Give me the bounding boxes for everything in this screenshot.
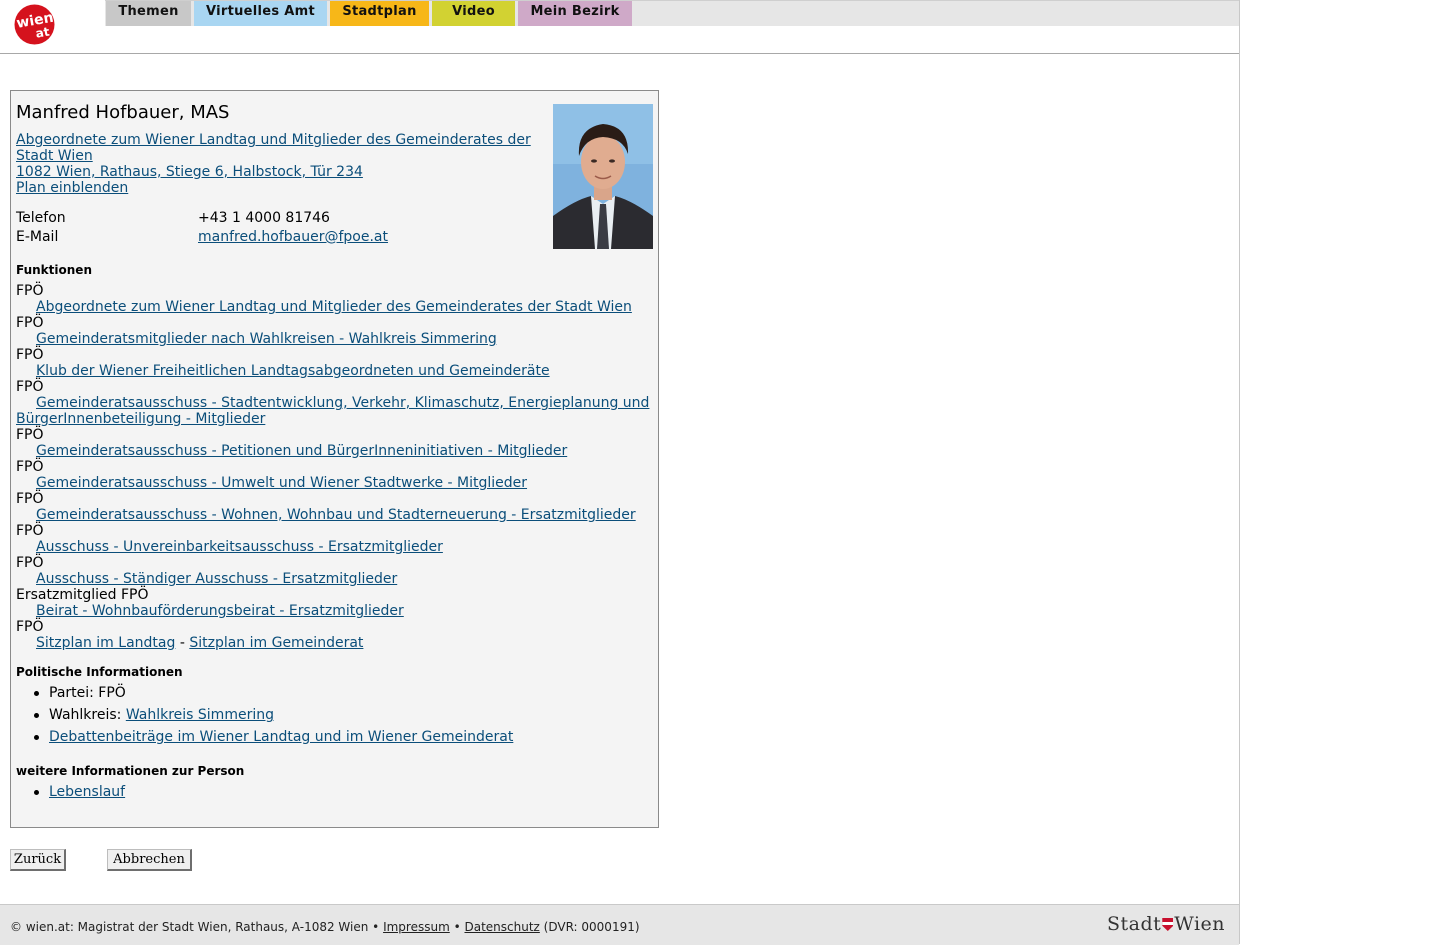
tab-mein-bezirk[interactable]: Mein Bezirk [518, 1, 632, 26]
cv-item: Lebenslauf [16, 784, 125, 806]
further-info-heading: weitere Informationen zur Person [16, 764, 245, 778]
wien-at-logo[interactable]: wien at [14, 4, 55, 45]
political-info-list: Partei: FPÖ Wahlkreis: Wahlkreis Simmeri… [16, 685, 513, 751]
address-link[interactable]: 1082 Wien, Rathaus, Stiege 6, Halbstock,… [16, 164, 363, 180]
function-link[interactable]: Gemeinderatsausschuss - Stadtentwicklung… [36, 395, 649, 411]
seating-separator: - [175, 635, 190, 651]
function-party: FPÖ [16, 283, 44, 299]
function-party: FPÖ [16, 427, 44, 443]
tab-virtuelles-amt[interactable]: Virtuelles Amt [194, 1, 327, 26]
function-link[interactable]: Ausschuss - Unvereinbarkeitsausschuss - … [36, 539, 443, 555]
district-link[interactable]: Wahlkreis Simmering [126, 707, 274, 723]
svg-text:at: at [35, 25, 51, 41]
function-link-cont[interactable]: BürgerInnenbeteiligung - Mitglieder [16, 411, 265, 427]
function-link[interactable]: Beirat - Wohnbauförderungsbeirat - Ersat… [36, 603, 404, 619]
function-party: FPÖ [16, 347, 44, 363]
function-party: Ersatzmitglied FPÖ [16, 587, 149, 603]
email-link[interactable]: manfred.hofbauer@fpoe.at [198, 229, 388, 245]
seating-plans: Sitzplan im Landtag - Sitzplan im Gemein… [36, 635, 363, 651]
seating-plan-gemeinderat-link[interactable]: Sitzplan im Gemeinderat [189, 635, 363, 651]
functions-heading: Funktionen [16, 263, 92, 277]
vienna-shield-icon [1162, 918, 1174, 931]
cv-link[interactable]: Lebenslauf [49, 784, 125, 800]
district-label: Wahlkreis: [49, 707, 126, 723]
phone-label: Telefon [16, 210, 66, 226]
tab-video[interactable]: Video [432, 1, 515, 26]
debates-link[interactable]: Debattenbeiträge im Wiener Landtag und i… [49, 729, 513, 745]
function-party: FPÖ [16, 459, 44, 475]
impressum-link[interactable]: Impressum [383, 920, 450, 934]
org-link[interactable]: Abgeordnete zum Wiener Landtag und Mitgl… [16, 132, 531, 148]
stadt-wien-logo[interactable]: Stadt Wien [1107, 913, 1225, 935]
brand-stadt: Stadt [1107, 913, 1162, 935]
portrait-photo [553, 104, 653, 249]
function-party: FPÖ [16, 379, 44, 395]
political-info-heading: Politische Informationen [16, 665, 183, 679]
function-link[interactable]: Gemeinderatsausschuss - Umwelt und Wiene… [36, 475, 527, 491]
function-link[interactable]: Klub der Wiener Freiheitlichen Landtagsa… [36, 363, 550, 379]
debates-item: Debattenbeiträge im Wiener Landtag und i… [16, 729, 513, 751]
brand-wien: Wien [1174, 913, 1226, 935]
cancel-button[interactable]: Abbrechen [107, 849, 192, 871]
function-party: FPÖ [16, 619, 44, 635]
function-link[interactable]: Gemeinderatsausschuss - Petitionen und B… [36, 443, 567, 459]
function-link[interactable]: Gemeinderatsmitglieder nach Wahlkreisen … [36, 331, 497, 347]
footer: © wien.at: Magistrat der Stadt Wien, Rat… [0, 904, 1239, 945]
function-link[interactable]: Gemeinderatsausschuss - Wohnen, Wohnbau … [36, 507, 636, 523]
header-divider [0, 53, 1239, 54]
function-party: FPÖ [16, 315, 44, 331]
district-item: Wahlkreis: Wahlkreis Simmering [16, 707, 513, 729]
function-party: FPÖ [16, 523, 44, 539]
party-text: Partei: FPÖ [49, 685, 126, 701]
person-name: Manfred Hofbauer, MAS [16, 102, 230, 123]
footer-separator: • [449, 920, 465, 934]
function-link[interactable]: Abgeordnete zum Wiener Landtag und Mitgl… [36, 299, 632, 315]
function-party: FPÖ [16, 491, 44, 507]
page: wien at Themen Virtuelles Amt Stadtplan … [0, 0, 1240, 945]
party-item: Partei: FPÖ [16, 685, 513, 707]
datenschutz-link[interactable]: Datenschutz [464, 920, 539, 934]
function-link[interactable]: Ausschuss - Ständiger Ausschuss - Ersatz… [36, 571, 397, 587]
main-navigation: Themen Virtuelles Amt Stadtplan Video Me… [105, 0, 1239, 26]
phone-value: +43 1 4000 81746 [198, 210, 330, 226]
further-info-list: Lebenslauf [16, 784, 125, 806]
footer-text: © wien.at: Magistrat der Stadt Wien, Rat… [10, 920, 640, 934]
person-details-box: Manfred Hofbauer, MAS Abgeordnete zum Wi… [10, 90, 659, 828]
tab-stadtplan[interactable]: Stadtplan [330, 1, 429, 26]
tab-themen[interactable]: Themen [106, 1, 191, 26]
footer-copyright: © wien.at: Magistrat der Stadt Wien, Rat… [10, 920, 384, 934]
seating-plan-landtag-link[interactable]: Sitzplan im Landtag [36, 635, 175, 651]
plan-link[interactable]: Plan einblenden [16, 180, 128, 196]
function-party: FPÖ [16, 555, 44, 571]
back-button[interactable]: Zurück [10, 849, 66, 871]
org-link-cont[interactable]: Stadt Wien [16, 148, 93, 164]
email-label: E-Mail [16, 229, 59, 245]
footer-dvr: (DVR: 0000191) [539, 920, 640, 934]
